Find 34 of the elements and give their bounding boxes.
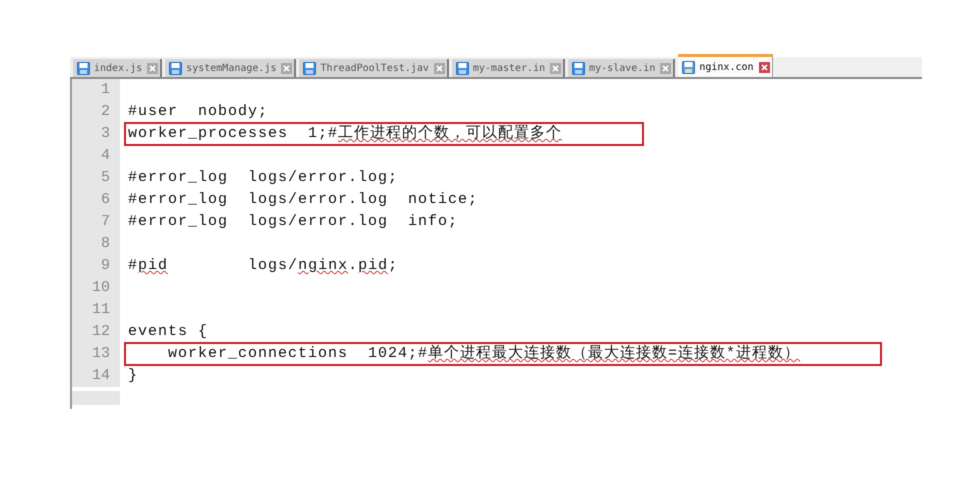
close-icon[interactable] [660,62,672,74]
line-number: 8 [72,233,120,255]
code-line: } [127,366,140,386]
file-tab[interactable]: my-slave.in [568,59,676,77]
line-number: 3 [72,123,120,145]
line-number: 7 [72,211,120,233]
file-tab[interactable]: ThreadPoolTest.jav [299,59,449,77]
line-number: 4 [72,145,120,167]
close-icon[interactable] [758,62,770,72]
file-tab[interactable]: my-master.in [452,59,566,77]
line-number-gutter [72,391,120,405]
line-number: 6 [72,189,120,211]
line-number: 9 [72,255,120,277]
file-tab[interactable]: index.js [73,59,162,77]
code-line: #pid logs/nginx.pid; [127,256,400,276]
close-icon[interactable] [434,62,445,74]
line-number: 5 [72,167,120,189]
file-tab[interactable]: nginx.con [678,54,773,77]
code-line: events { [127,322,210,342]
code-line: #user nobody; [127,102,270,122]
code-line: #error_log logs/error.log notice; [127,190,480,210]
code-line: #error_log logs/error.log; [127,168,400,188]
close-icon[interactable] [147,62,158,74]
line-number: 11 [72,299,120,321]
close-icon[interactable] [550,62,562,74]
line-number: 14 [72,365,120,387]
line-number: 12 [72,321,120,343]
line-number: 1 [72,79,120,101]
line-number: 13 [72,343,120,365]
line-number: 2 [72,101,120,123]
file-tab[interactable]: systemManage.js [165,59,296,77]
line-number: 10 [72,277,120,299]
code-line: #error_log logs/error.log info; [127,212,460,232]
close-icon[interactable] [281,62,292,74]
